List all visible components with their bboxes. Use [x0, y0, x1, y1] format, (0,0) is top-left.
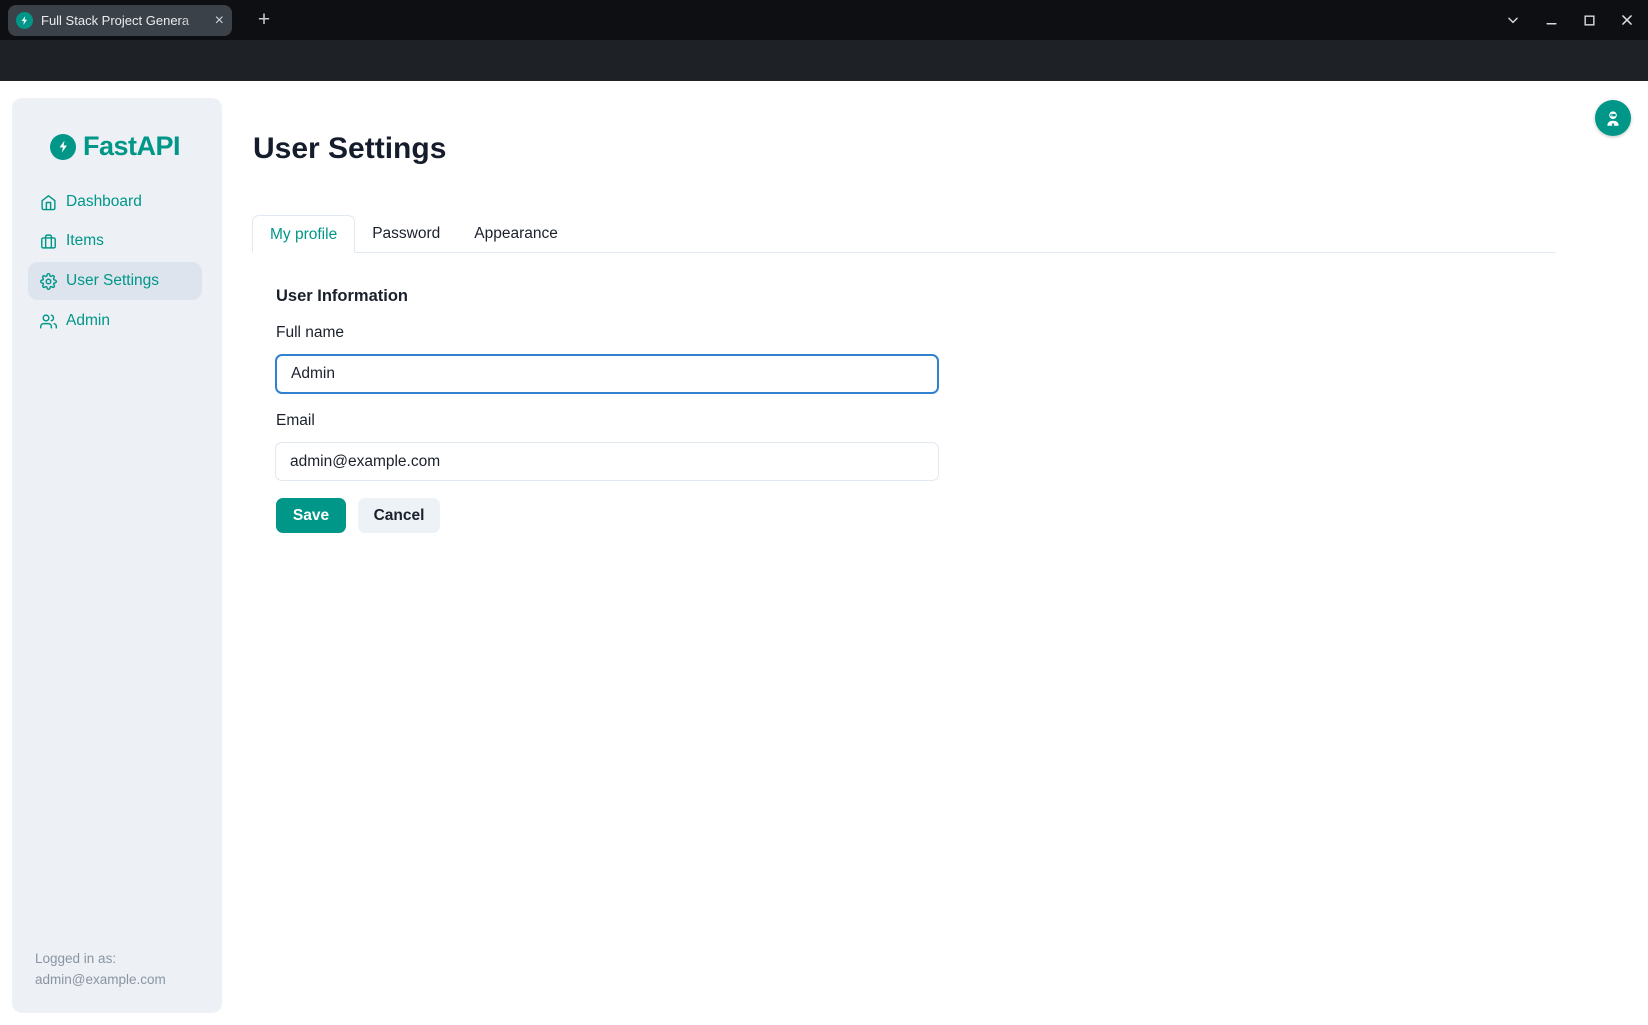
- sidebar: FastAPI Dashboard Items User Settings Ad…: [12, 98, 222, 1013]
- logged-in-footer: Logged in as: admin@example.com: [35, 948, 166, 990]
- sidebar-item-label: User Settings: [66, 272, 159, 290]
- users-icon: [40, 313, 57, 330]
- fastapi-logo: FastAPI: [50, 131, 180, 162]
- close-window-button[interactable]: [1616, 9, 1638, 31]
- tab-my-profile[interactable]: My profile: [252, 215, 355, 253]
- full-name-input[interactable]: [275, 354, 939, 394]
- fastapi-logo-icon: [50, 134, 76, 160]
- app-page: FastAPI Dashboard Items User Settings Ad…: [0, 81, 1648, 1025]
- sidebar-item-label: Dashboard: [66, 193, 142, 211]
- gear-icon: [40, 273, 57, 290]
- user-astronaut-icon: [1603, 108, 1623, 128]
- tab-appearance[interactable]: Appearance: [457, 215, 575, 253]
- maximize-button[interactable]: [1578, 9, 1600, 31]
- briefcase-icon: [40, 233, 57, 250]
- sidebar-item-admin[interactable]: Admin: [28, 302, 202, 340]
- new-tab-button[interactable]: +: [252, 6, 276, 34]
- sidebar-item-user-settings[interactable]: User Settings: [28, 262, 202, 300]
- fastapi-favicon-icon: [16, 12, 33, 29]
- sidebar-item-label: Items: [66, 232, 104, 250]
- tab-password[interactable]: Password: [355, 215, 457, 253]
- sidebar-item-dashboard[interactable]: Dashboard: [28, 183, 202, 221]
- minimize-button[interactable]: [1540, 9, 1562, 31]
- section-title: User Information: [276, 287, 408, 306]
- browser-titlebar: Full Stack Project Genera × +: [0, 0, 1648, 40]
- sidebar-item-items[interactable]: Items: [28, 222, 202, 260]
- chevron-down-icon[interactable]: [1502, 9, 1524, 31]
- email-input[interactable]: [275, 442, 939, 481]
- settings-tablist: My profile Password Appearance: [252, 215, 1556, 253]
- home-icon: [40, 194, 57, 211]
- tab-close-icon[interactable]: ×: [215, 13, 224, 29]
- tab-title: Full Stack Project Genera: [41, 13, 211, 28]
- browser-tab[interactable]: Full Stack Project Genera ×: [8, 5, 232, 36]
- logged-in-email: admin@example.com: [35, 969, 166, 990]
- cancel-button[interactable]: Cancel: [358, 498, 440, 533]
- user-menu-button[interactable]: [1595, 100, 1631, 136]
- page-title: User Settings: [253, 132, 446, 166]
- email-label: Email: [276, 412, 315, 430]
- browser-toolbar: i localhost/settings 1: [0, 40, 1648, 81]
- sidebar-item-label: Admin: [66, 312, 110, 330]
- fastapi-logo-text: FastAPI: [83, 131, 180, 162]
- full-name-label: Full name: [276, 324, 344, 342]
- save-button[interactable]: Save: [276, 498, 346, 533]
- logged-in-label: Logged in as:: [35, 948, 166, 969]
